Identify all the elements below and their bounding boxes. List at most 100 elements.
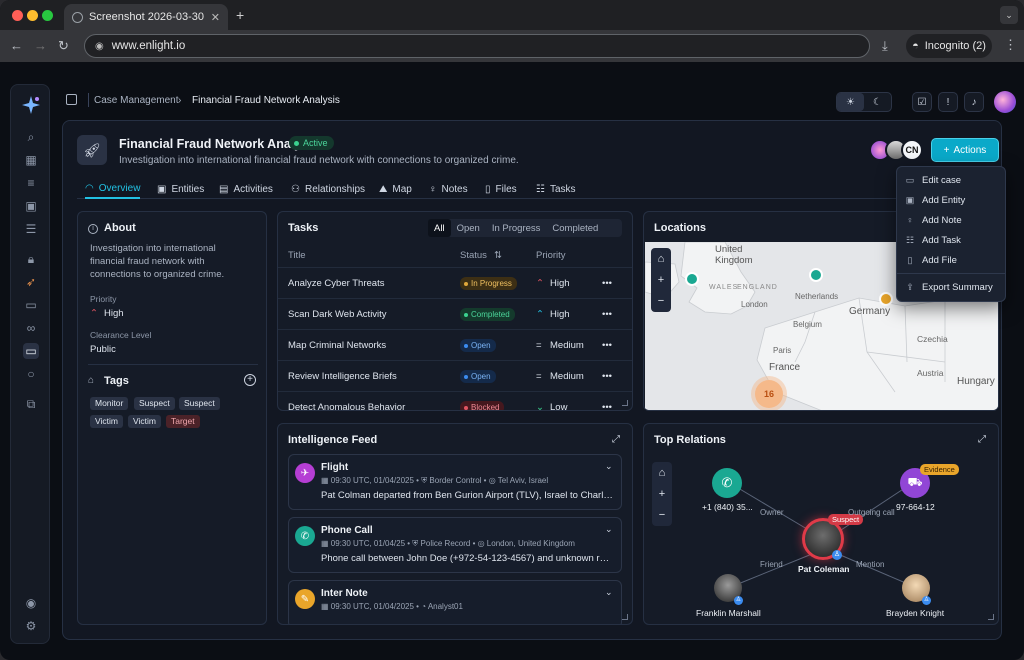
resize-handle[interactable] bbox=[988, 614, 994, 620]
image-icon[interactable]: ▣ bbox=[23, 198, 39, 214]
circle-icon[interactable]: ○ bbox=[23, 366, 39, 382]
chevron-down-icon[interactable]: ⌄ bbox=[605, 524, 613, 535]
row-more-button[interactable]: ••• bbox=[602, 309, 612, 320]
tab-relationships[interactable]: ⚇ Relationships bbox=[291, 179, 365, 199]
tab-map[interactable]: ⛰ Map bbox=[379, 179, 412, 199]
rocket-icon[interactable]: ➶ bbox=[23, 274, 39, 290]
sidebar-toggle-icon[interactable] bbox=[66, 94, 77, 105]
theme-toggle[interactable]: ☀ ☾ bbox=[836, 92, 892, 112]
menu-add-task[interactable]: ☷ Add Task bbox=[897, 230, 1005, 250]
tab-activities[interactable]: ▤ Activities bbox=[219, 179, 273, 199]
zoom-in-button[interactable]: + bbox=[651, 269, 671, 290]
tab-entities[interactable]: ▣ Entities bbox=[157, 179, 204, 199]
tab-notes[interactable]: ♀ Notes bbox=[429, 179, 468, 199]
phone-marker-icon[interactable] bbox=[685, 272, 699, 286]
close-tab-icon[interactable]: ✕ bbox=[211, 11, 220, 24]
row-more-button[interactable]: ••• bbox=[602, 278, 612, 289]
filter-completed[interactable]: Completed bbox=[546, 219, 604, 237]
user-avatar[interactable] bbox=[994, 91, 1016, 113]
filter-open[interactable]: Open bbox=[451, 219, 486, 237]
database-icon[interactable]: ≡ bbox=[23, 175, 39, 191]
checklist-icon[interactable]: ☰ bbox=[23, 221, 39, 237]
tag-chip[interactable]: Monitor bbox=[90, 397, 129, 410]
site-info-icon[interactable]: ◉ bbox=[95, 41, 104, 52]
tab-search-button[interactable]: ⌄ bbox=[1000, 6, 1018, 24]
tag-chip[interactable]: Suspect bbox=[179, 397, 220, 410]
phone-node-icon[interactable]: ✆ bbox=[712, 468, 742, 498]
tag-chip[interactable]: Victim bbox=[128, 415, 161, 428]
new-tab-button[interactable]: + bbox=[236, 7, 244, 23]
reload-icon[interactable]: ↻ bbox=[58, 38, 69, 54]
tab-overview[interactable]: ◠ Overview bbox=[85, 179, 141, 199]
minimize-window-button[interactable] bbox=[27, 10, 38, 21]
menu-edit-case[interactable]: ▭ Edit case bbox=[897, 170, 1005, 190]
forward-icon[interactable]: → bbox=[34, 38, 47, 53]
table-row[interactable]: Scan Dark Web Activity Completed ⌃ High … bbox=[278, 298, 632, 329]
avatar-initials[interactable]: CN bbox=[901, 139, 923, 161]
gear-icon[interactable]: ⚙ bbox=[23, 618, 39, 634]
vehicle-marker-icon[interactable] bbox=[879, 292, 893, 306]
settings-grid-icon[interactable]: ⧉ bbox=[23, 396, 39, 412]
sort-icon[interactable]: ⇅ bbox=[494, 250, 502, 261]
back-icon[interactable]: ← bbox=[10, 38, 23, 53]
resize-handle[interactable] bbox=[622, 400, 628, 406]
search-icon[interactable]: ⌕ bbox=[23, 129, 39, 145]
add-tag-button[interactable]: + bbox=[244, 374, 256, 386]
tasks-check-button[interactable]: ☑ bbox=[912, 92, 932, 112]
assignee-avatars[interactable]: CN bbox=[869, 139, 925, 161]
menu-add-file[interactable]: ▯ Add File bbox=[897, 250, 1005, 270]
dark-mode-icon[interactable]: ☾ bbox=[864, 93, 891, 111]
menu-add-note[interactable]: ♀ Add Note bbox=[897, 210, 1005, 230]
tab-tasks[interactable]: ☷ Tasks bbox=[536, 179, 576, 199]
light-mode-icon[interactable]: ☀ bbox=[837, 93, 864, 111]
column-title[interactable]: Title bbox=[288, 250, 306, 261]
menu-export-summary[interactable]: ⇪ Export Summary bbox=[897, 277, 1005, 297]
maximize-window-button[interactable] bbox=[42, 10, 53, 21]
row-more-button[interactable]: ••• bbox=[602, 340, 612, 351]
expand-icon[interactable]: ⤢ bbox=[612, 434, 620, 445]
tag-chip-target[interactable]: Target bbox=[166, 415, 200, 428]
tag-chip[interactable]: Victim bbox=[90, 415, 123, 428]
browser-tab[interactable]: Screenshot 2026-03-30 at 11 ✕ bbox=[64, 4, 228, 30]
feed-item[interactable]: ✈ Flight ⌄ ▦ 09:30 UTC, 01/04/2025 • ⛨ B… bbox=[288, 454, 622, 510]
column-priority[interactable]: Priority bbox=[536, 250, 566, 261]
home-icon[interactable]: ⌂ bbox=[651, 248, 671, 269]
cluster-marker[interactable]: 16 bbox=[755, 380, 783, 408]
table-row[interactable]: Review Intelligence Briefs Open = Medium… bbox=[278, 360, 632, 391]
tab-files[interactable]: ▯ Files bbox=[485, 179, 517, 199]
table-row[interactable]: Analyze Cyber Threats In Progress ⌃ High… bbox=[278, 267, 632, 298]
tag-chip[interactable]: Suspect bbox=[134, 397, 175, 410]
incognito-button[interactable]: ◓ Incognito (2) bbox=[906, 34, 992, 58]
user-icon[interactable]: ◉ bbox=[23, 595, 39, 611]
column-status[interactable]: Status bbox=[460, 250, 487, 261]
alert-button[interactable]: ! bbox=[938, 92, 958, 112]
table-row[interactable]: Map Criminal Networks Open = Medium ••• bbox=[278, 329, 632, 360]
breadcrumb-root[interactable]: Case Management bbox=[94, 95, 179, 106]
chevron-down-icon[interactable]: ⌄ bbox=[605, 461, 613, 472]
zoom-out-button[interactable]: − bbox=[651, 290, 671, 311]
menu-add-entity[interactable]: ▣ Add Entity bbox=[897, 190, 1005, 210]
feed-item[interactable]: ✆ Phone Call ⌄ ▦ 09:30 UTC, 01/04/25 • ⛨… bbox=[288, 517, 622, 573]
link-icon[interactable]: ∞ bbox=[23, 320, 39, 336]
chevron-down-icon[interactable]: ⌄ bbox=[605, 587, 613, 598]
more-menu-icon[interactable]: ⋮ bbox=[1004, 37, 1017, 53]
filter-all[interactable]: All bbox=[428, 219, 451, 237]
row-more-button[interactable]: ••• bbox=[602, 402, 612, 410]
resize-handle[interactable] bbox=[622, 614, 628, 620]
lock-icon[interactable]: 🔒︎ bbox=[23, 251, 39, 267]
bell-icon[interactable]: ♪ bbox=[964, 92, 984, 112]
dashboard-icon[interactable]: ▦ bbox=[23, 152, 39, 168]
address-bar[interactable]: ◉ www.enlight.io bbox=[84, 34, 870, 58]
feed-item[interactable]: ✎ Inter Note ⌄ ▦ 09:30 UTC, 01/04/2025 •… bbox=[288, 580, 622, 624]
filter-in-progress[interactable]: In Progress bbox=[486, 219, 547, 237]
phone-marker-icon[interactable] bbox=[809, 268, 823, 282]
app-logo[interactable] bbox=[20, 94, 42, 116]
folder-icon[interactable]: ▭ bbox=[23, 297, 39, 313]
close-window-button[interactable] bbox=[12, 10, 23, 21]
download-icon[interactable]: ⤓ bbox=[882, 38, 888, 54]
priority-value: ⌃ High bbox=[90, 308, 124, 319]
row-more-button[interactable]: ••• bbox=[602, 371, 612, 382]
table-row[interactable]: Detect Anomalous Behavior Blocked ⌄ Low … bbox=[278, 391, 632, 410]
actions-button[interactable]: + Actions bbox=[931, 138, 999, 162]
cases-folder-icon[interactable]: ▭ bbox=[23, 343, 39, 359]
